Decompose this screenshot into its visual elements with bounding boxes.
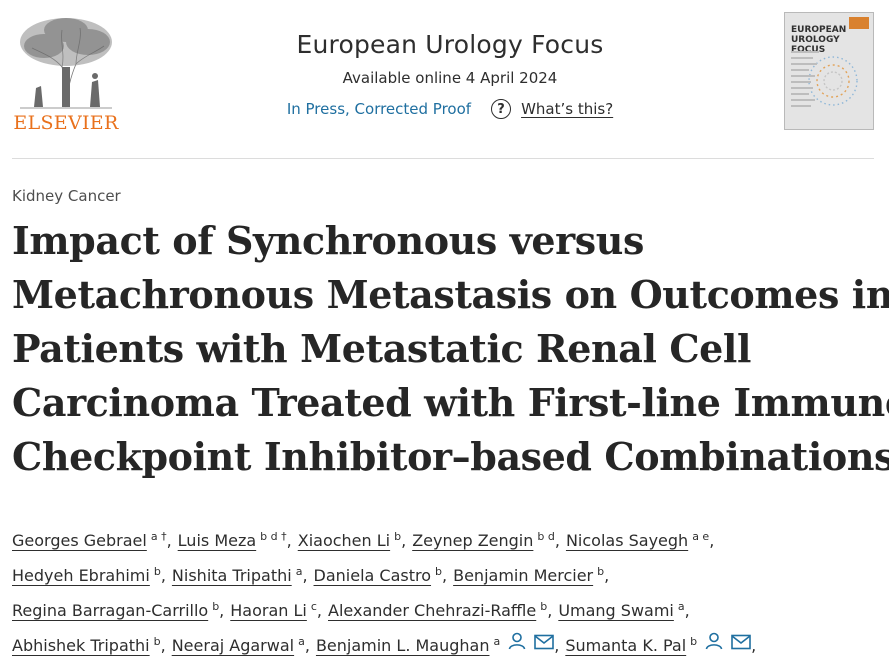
person-icon[interactable] (508, 627, 526, 662)
author-name-link[interactable]: Daniela Castro (314, 566, 432, 585)
author-affiliation-marker[interactable]: b (154, 565, 161, 578)
publisher-wordmark: ELSEVIER (13, 112, 119, 134)
article-title-line: Patients with Metastatic Renal Cell (12, 326, 752, 371)
author-affiliation-marker[interactable]: a (298, 635, 305, 648)
author-name-link[interactable]: Benjamin L. Maughan (316, 636, 490, 655)
author-separator: , (219, 601, 225, 620)
available-online-date: Available online 4 April 2024 (342, 69, 558, 87)
author-entry: Benjamin Mercier b (453, 566, 604, 585)
author-separator: , (160, 566, 166, 585)
author-entry: Sumanta K. Pal b (565, 632, 751, 655)
author-entry: Daniela Castro b (314, 566, 442, 585)
author-separator: , (709, 531, 715, 550)
whats-this-label: What’s this? (521, 100, 614, 118)
author-entry: Xiaochen Li b (298, 531, 401, 550)
author-line: Regina Barragan-Carrillo b, Haoran Li c, Ale… (12, 593, 882, 628)
author-affiliation-marker[interactable]: a † (151, 530, 167, 543)
author-name-link[interactable]: Zeynep Zengin (412, 531, 533, 550)
author-affiliation-marker[interactable]: b (690, 635, 697, 648)
author-affiliation-marker[interactable]: a e (692, 530, 709, 543)
author-separator: , (316, 601, 323, 620)
author-line: Hedyeh Ebrahimi b, Nishita Tripathi a, Danie… (12, 558, 882, 593)
author-name-link[interactable]: Regina Barragan-Carrillo (12, 601, 208, 620)
author-separator: , (554, 636, 560, 655)
cover-art-icon (791, 51, 858, 107)
author-entry: Regina Barragan-Carrillo b (12, 601, 219, 620)
author-entry: Alexander Chehrazi-Raffle b (328, 601, 547, 620)
author-entry: Benjamin L. Maughan a (316, 632, 555, 655)
author-affiliation-marker[interactable]: a (493, 635, 500, 648)
in-press-link[interactable]: In Press, Corrected Proof (287, 100, 471, 118)
author-name-link[interactable]: Georges Gebrael (12, 531, 147, 550)
author-name-link[interactable]: Luis Meza (178, 531, 257, 550)
envelope-icon[interactable] (731, 627, 751, 662)
article-section-label: Kidney Cancer (12, 187, 121, 205)
journal-info: European Urology Focus Available online … (180, 30, 720, 119)
question-circle-icon: ? (491, 99, 512, 119)
author-entry: Neeraj Agarwal a (172, 636, 305, 655)
author-separator: , (442, 566, 448, 585)
author-name-link[interactable]: Umang Swami (558, 601, 674, 620)
article-title-line: Metachronous Metastasis on Outcomes in (12, 272, 889, 317)
author-affiliation-marker[interactable]: b (154, 635, 161, 648)
author-name-link[interactable]: Neeraj Agarwal (172, 636, 294, 655)
author-entry: Abhishek Tripathi b (12, 636, 161, 655)
author-list: Georges Gebrael a †, Luis Meza b d †, Xiaoch… (12, 523, 882, 664)
author-entry: Nishita Tripathi a (172, 566, 303, 585)
author-entry: Haoran Li c (230, 601, 317, 620)
publisher-logo[interactable]: ELSEVIER (10, 12, 122, 134)
author-affiliation-marker[interactable]: c (311, 600, 317, 613)
author-separator: , (166, 531, 172, 550)
article-header: ELSEVIER European Urology Focus Availabl… (0, 0, 889, 160)
author-entry: Hedyeh Ebrahimi b (12, 566, 161, 585)
author-name-link[interactable]: Hedyeh Ebrahimi (12, 566, 150, 585)
author-affiliation-marker[interactable]: b d † (260, 530, 286, 543)
author-entry: Umang Swami a (558, 601, 684, 620)
author-name-link[interactable]: Nishita Tripathi (172, 566, 292, 585)
author-entry: Luis Meza b d † (178, 531, 287, 550)
author-line: Abhishek Tripathi b, Neeraj Agarwal a, Benja… (12, 628, 882, 664)
author-separator: , (604, 566, 610, 585)
author-separator: , (304, 636, 310, 655)
author-separator: , (302, 566, 308, 585)
author-name-link[interactable]: Xiaochen Li (298, 531, 390, 550)
article-title-line: Impact of Synchronous versus (12, 218, 645, 263)
author-affiliation-marker[interactable]: b d (537, 530, 554, 543)
author-name-link[interactable]: Sumanta K. Pal (565, 636, 686, 655)
article-title: Impact of Synchronous versus Metachronou… (12, 214, 889, 484)
author-separator: , (160, 636, 166, 655)
author-affiliation-marker[interactable]: b (435, 565, 442, 578)
author-name-link[interactable]: Alexander Chehrazi-Raffle (328, 601, 536, 620)
author-name-link[interactable]: Benjamin Mercier (453, 566, 593, 585)
author-affiliation-marker[interactable]: a (678, 600, 685, 613)
author-separator: , (547, 601, 553, 620)
header-divider (12, 158, 874, 159)
article-page: ELSEVIER European Urology Focus Availabl… (0, 0, 889, 670)
author-name-link[interactable]: Abhishek Tripathi (12, 636, 150, 655)
author-entry: Georges Gebrael a † (12, 531, 167, 550)
author-entry: Zeynep Zengin b d (412, 531, 555, 550)
author-separator: , (286, 531, 292, 550)
article-title-line: Checkpoint Inhibitor–based Combinations (12, 434, 889, 479)
person-icon[interactable] (705, 627, 723, 662)
author-name-link[interactable]: Haoran Li (230, 601, 307, 620)
author-separator: , (684, 601, 690, 620)
article-title-line: Carcinoma Treated with First-line Immune (12, 380, 889, 425)
envelope-icon[interactable] (534, 627, 555, 662)
author-entry: Nicolas Sayegh a e (566, 531, 709, 550)
whats-this-button[interactable]: ? What’s this? (491, 99, 613, 119)
author-separator: , (554, 531, 560, 550)
journal-cover-thumbnail[interactable]: EUROPEAN UROLOGY FOCUS (784, 12, 874, 130)
author-line: Georges Gebrael a †, Luis Meza b d †, Xiaoch… (12, 523, 882, 558)
tree-logo-icon (20, 18, 112, 109)
author-name-link[interactable]: Nicolas Sayegh (566, 531, 688, 550)
author-separator: , (401, 531, 407, 550)
author-separator: , (751, 636, 757, 655)
journal-title[interactable]: European Urology Focus (180, 30, 720, 59)
article-status-row: In Press, Corrected Proof ? What’s this? (180, 99, 720, 119)
